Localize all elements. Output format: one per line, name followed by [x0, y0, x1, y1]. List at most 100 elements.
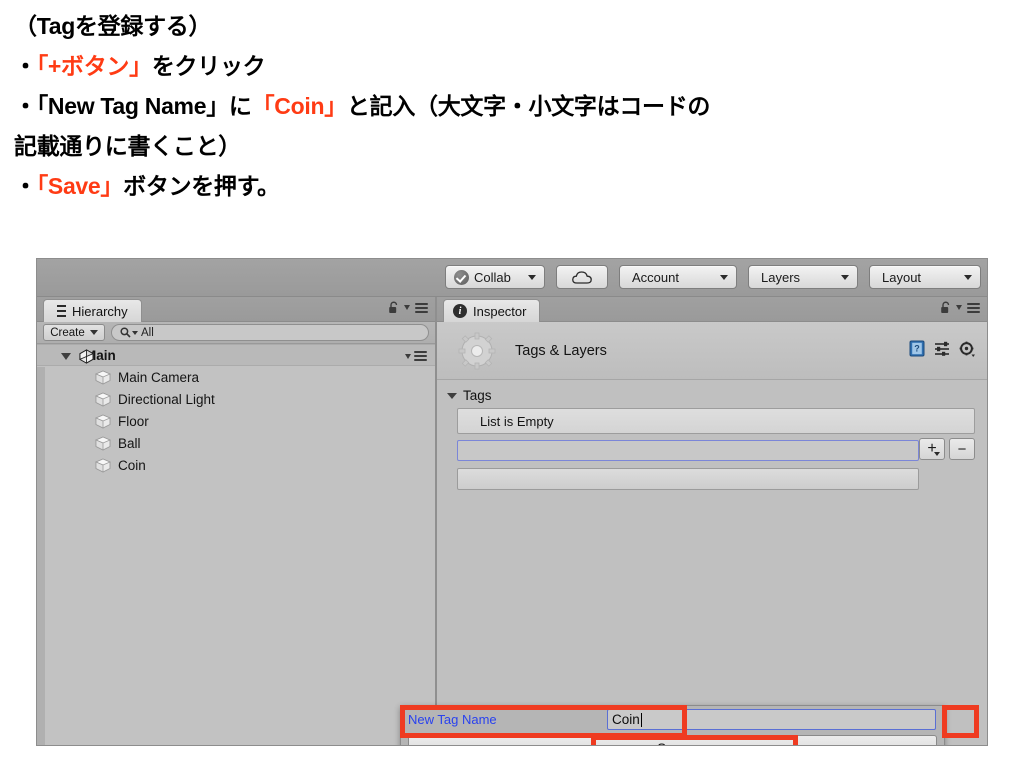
- gameobject-cube-icon: [94, 414, 112, 429]
- account-button[interactable]: Account: [619, 265, 737, 289]
- add-tag-button[interactable]: +: [919, 438, 945, 460]
- chevron-down-icon[interactable]: [404, 305, 410, 310]
- chevron-down-icon: [934, 452, 940, 456]
- new-tag-name-input-value-wrap: Coin: [612, 712, 642, 727]
- bullet-2: ・: [14, 53, 37, 79]
- tags-add-row: + −: [457, 436, 975, 466]
- text-cursor-icon: [640, 712, 642, 727]
- search-input[interactable]: All: [111, 324, 429, 341]
- layout-button[interactable]: Layout: [869, 265, 981, 289]
- instruction-line-4: 記載通りに書くこと）: [14, 126, 1014, 166]
- tags-footer-strip: [457, 468, 919, 490]
- tree-row-ball[interactable]: Ball: [37, 432, 435, 454]
- tree-row-directional-light[interactable]: Directional Light: [37, 388, 435, 410]
- preset-sliders-icon[interactable]: [934, 341, 950, 356]
- inspector-tool-icons: ?: [909, 340, 975, 357]
- hierarchy-panel: Hierarchy Create All Main Main Camera Di…: [37, 297, 435, 745]
- search-icon: [120, 327, 138, 338]
- chevron-down-icon[interactable]: [956, 305, 962, 310]
- chevron-down-icon: [405, 353, 411, 359]
- bullet-3: ・: [14, 93, 37, 119]
- instruction-line-5: ・「Save」ボタンを押す。: [14, 166, 1014, 206]
- new-tag-name-input-value: Coin: [612, 712, 640, 727]
- chevron-down-icon: [89, 330, 98, 335]
- remove-tag-button[interactable]: −: [949, 438, 975, 460]
- instruction-line-3-a: 「New Tag Name」に: [36, 93, 252, 119]
- collab-button[interactable]: Collab: [445, 265, 545, 289]
- account-button-label: Account: [632, 269, 679, 285]
- lock-icon[interactable]: [940, 301, 951, 314]
- inspector-tabbar: i Inspector: [437, 297, 987, 322]
- save-button[interactable]: Save: [408, 735, 937, 745]
- create-button-label: Create: [50, 326, 85, 339]
- tree-row-label: Coin: [118, 457, 146, 473]
- lock-icon[interactable]: [388, 301, 399, 314]
- instruction-line-3: ・「New Tag Name」に「Coin」と記入（大文字・小文字はコードの: [14, 86, 1014, 126]
- settings-gear-icon: [457, 331, 497, 371]
- create-button[interactable]: Create: [43, 324, 105, 341]
- gameobject-cube-icon: [94, 458, 112, 473]
- tree-row-label: Floor: [118, 413, 149, 429]
- instruction-line-1: （Tagを登録する）: [14, 6, 1014, 46]
- chevron-down-icon: [132, 330, 138, 335]
- list-empty-label: List is Empty: [480, 413, 554, 429]
- tree-row-label: Ball: [118, 435, 141, 451]
- panel-menu-icon[interactable]: [415, 302, 428, 313]
- cloud-button[interactable]: [556, 265, 608, 289]
- tab-hierarchy[interactable]: Hierarchy: [43, 299, 142, 322]
- editor-panels: Hierarchy Create All Main Main Camera Di…: [37, 297, 987, 745]
- gear-icon[interactable]: [959, 341, 975, 357]
- save-button-label: Save: [657, 741, 688, 745]
- toolbar-button-group: Collab Account Layers Layout: [445, 265, 981, 289]
- inspector-header: Tags & Layers ?: [437, 322, 987, 380]
- chevron-down-icon: [720, 274, 728, 280]
- tree-row-label: Main Camera: [118, 369, 200, 385]
- unity-toolbar: Collab Account Layers Layout: [37, 259, 987, 297]
- hierarchy-row-menu-icon[interactable]: [405, 351, 427, 361]
- collab-check-icon: [454, 269, 469, 285]
- tree-row-coin[interactable]: Coin: [37, 454, 435, 476]
- new-tag-name-row: New Tag Name Coin: [401, 706, 944, 733]
- hierarchy-tree: Main Main Camera Directional Light Floor…: [37, 344, 435, 476]
- remove-tag-button-label: −: [957, 440, 967, 458]
- instruction-line-5-highlight: 「Save」: [36, 173, 124, 199]
- layers-button-label: Layers: [761, 269, 801, 285]
- chevron-down-icon: [964, 274, 972, 280]
- collab-button-label: Collab: [474, 269, 511, 285]
- unity-editor-window: Collab Account Layers Layout Hierarchy C…: [36, 258, 988, 746]
- help-book-icon[interactable]: ?: [909, 340, 925, 357]
- instruction-line-2-rest: をクリック: [151, 53, 266, 79]
- tag-add-remove-buttons: + −: [919, 438, 975, 460]
- instruction-line-5-rest: ボタンを押す。: [123, 173, 280, 199]
- info-icon: i: [453, 304, 467, 318]
- hierarchy-tab-icons: [388, 301, 428, 314]
- tree-row-label: Directional Light: [118, 391, 215, 407]
- instruction-line-3-highlight: 「Coin」: [251, 93, 348, 119]
- gameobject-cube-icon: [94, 370, 112, 385]
- tags-section: Tags List is Empty + −: [437, 380, 987, 490]
- tree-row-root[interactable]: Main: [37, 344, 435, 366]
- instruction-line-1-text: （Tagを登録する）: [14, 13, 212, 39]
- search-input-value: All: [141, 326, 154, 339]
- hierarchy-toolbar: Create All: [37, 322, 435, 344]
- gameobject-cube-icon: [94, 392, 112, 407]
- tree-row-main-camera[interactable]: Main Camera: [37, 366, 435, 388]
- chevron-down-icon: [528, 274, 536, 280]
- tab-inspector-label: Inspector: [473, 303, 527, 319]
- tab-inspector[interactable]: i Inspector: [443, 299, 541, 322]
- unity-scene-icon: [78, 349, 95, 367]
- new-tag-name-input[interactable]: Coin: [607, 709, 936, 730]
- inspector-title: Tags & Layers: [515, 342, 607, 359]
- tree-row-floor[interactable]: Floor: [37, 410, 435, 432]
- tag-row-input-strip[interactable]: [457, 440, 919, 461]
- chevron-expanded-icon[interactable]: [61, 353, 71, 360]
- cloud-icon: [572, 271, 592, 284]
- layers-button[interactable]: Layers: [748, 265, 858, 289]
- panel-menu-icon[interactable]: [967, 302, 980, 313]
- chevron-expanded-icon: [447, 392, 457, 399]
- tags-section-label: Tags: [463, 388, 492, 403]
- new-tag-dialog: New Tag Name Coin Save: [400, 705, 945, 745]
- bullet-5: ・: [14, 173, 37, 199]
- new-tag-name-label: New Tag Name: [408, 712, 497, 727]
- tags-section-header[interactable]: Tags: [447, 388, 975, 403]
